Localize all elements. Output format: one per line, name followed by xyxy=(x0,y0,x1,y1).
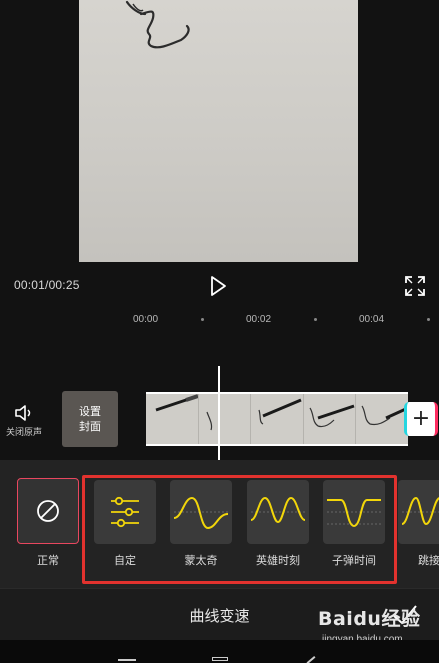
curve-jump-icon xyxy=(401,496,439,526)
ruler-dot xyxy=(427,318,430,321)
curve-montage-icon xyxy=(173,496,229,530)
add-clip-button[interactable]: + xyxy=(404,402,438,436)
preset-label: 子弹时间 xyxy=(332,554,376,567)
plus-icon: + xyxy=(411,406,431,431)
playhead[interactable] xyxy=(218,366,220,460)
preset-montage[interactable]: 蒙太奇 xyxy=(169,480,233,568)
preset-normal[interactable]: 正常 xyxy=(16,478,80,568)
ruler-dot xyxy=(201,318,204,321)
ruler-mark: 00:02 xyxy=(246,314,272,325)
time-readout: 00:01/00:25 xyxy=(14,278,80,292)
curve-hero-icon xyxy=(250,496,306,524)
fullscreen-button[interactable] xyxy=(404,275,426,297)
prohibit-icon xyxy=(37,500,59,522)
clip-thumbnail xyxy=(356,394,408,444)
clip-thumbnail xyxy=(146,394,199,444)
nav-menu-button[interactable] xyxy=(118,659,136,661)
preset-label: 英雄时刻 xyxy=(256,554,300,567)
preset-custom[interactable]: 自定 xyxy=(93,480,157,568)
ruler-mark: 00:04 xyxy=(359,314,385,325)
video-frame[interactable] xyxy=(79,0,358,262)
curve-bullet-icon xyxy=(327,499,381,528)
nav-home-button[interactable] xyxy=(212,657,228,661)
ruler-dot xyxy=(314,318,317,321)
panel-title: 曲线变速 xyxy=(189,607,250,625)
speaker-icon xyxy=(15,405,31,421)
mute-label: 关闭原声 xyxy=(5,428,42,438)
preset-label: 正常 xyxy=(37,554,59,567)
clip-thumbnail xyxy=(198,394,252,444)
preset-label: 跳接 xyxy=(418,554,439,567)
play-icon xyxy=(211,276,226,296)
clip-thumbnail xyxy=(303,394,357,444)
video-clip-track[interactable] xyxy=(146,392,408,446)
preset-jump-cut[interactable]: 跳接 xyxy=(398,480,439,568)
preset-label: 蒙太奇 xyxy=(184,554,218,567)
sliders-icon xyxy=(111,496,139,528)
confirm-button[interactable] xyxy=(392,603,418,627)
set-cover-button[interactable]: 设置封面 xyxy=(62,391,118,447)
fullscreen-icon xyxy=(405,276,425,296)
mute-original-sound-button[interactable]: 关闭原声 xyxy=(2,404,46,446)
checkmark-icon xyxy=(393,605,417,625)
ruler-mark: 00:00 xyxy=(133,314,159,325)
play-button[interactable] xyxy=(206,274,230,298)
preset-hero-moment[interactable]: 英雄时刻 xyxy=(246,480,310,568)
preset-label: 自定 xyxy=(114,554,136,567)
clip-thumbnail xyxy=(251,394,304,444)
cover-label: 设置封面 xyxy=(79,405,101,433)
preset-bullet-time[interactable]: 子弹时间 xyxy=(322,480,386,568)
